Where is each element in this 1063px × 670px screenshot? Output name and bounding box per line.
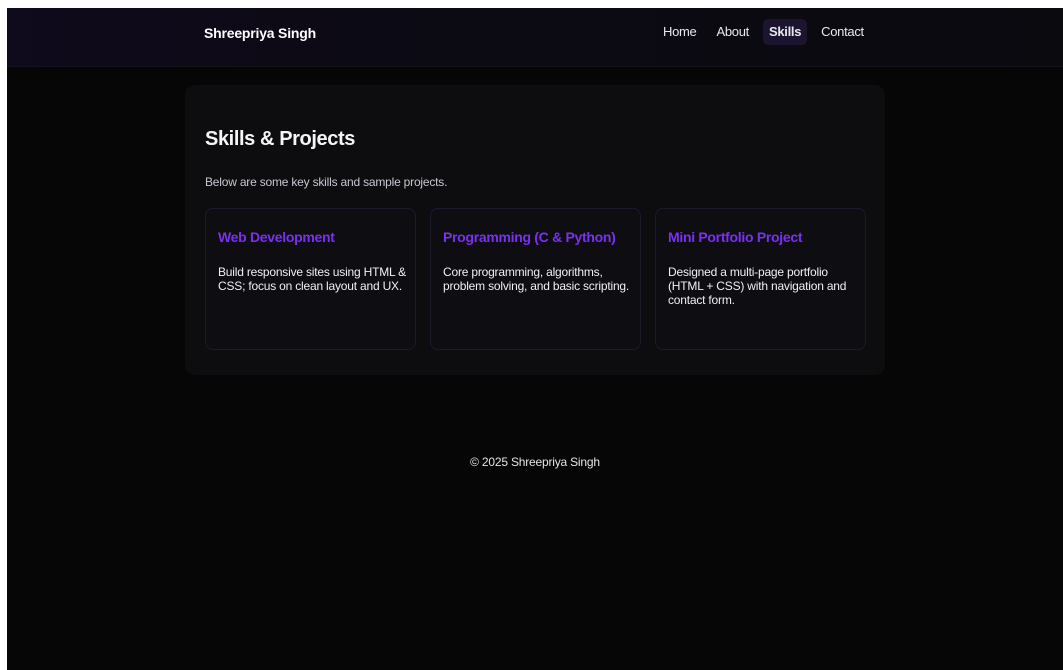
nav-contact[interactable]: Contact [815, 19, 870, 45]
card-description: Build responsive sites using HTML & CSS;… [218, 265, 406, 293]
page-subtitle: Below are some key skills and sample pro… [205, 175, 448, 189]
footer-copyright: © 2025 Shreepriya Singh [470, 455, 600, 469]
page: Shreepriya Singh Home About Skills Conta… [7, 8, 1063, 670]
card-description: Core programming, algorithms, problem so… [443, 265, 630, 293]
card-title: Mini Portfolio Project [668, 229, 803, 245]
page-title: Skills & Projects [205, 128, 355, 150]
card-web-development: Web Development Build responsive sites u… [205, 208, 416, 350]
nav-skills[interactable]: Skills [762, 19, 808, 45]
card-programming: Programming (C & Python) Core programmin… [430, 208, 641, 350]
skills-panel: Skills & Projects Below are some key ski… [185, 85, 885, 375]
top-navbar: Shreepriya Singh Home About Skills Conta… [7, 8, 1063, 67]
main-nav: Home About Skills Contact [657, 19, 870, 45]
card-title: Programming (C & Python) [443, 229, 616, 245]
nav-home[interactable]: Home [657, 19, 702, 45]
nav-about[interactable]: About [710, 19, 754, 45]
card-title: Web Development [218, 229, 335, 245]
card-description: Designed a multi-page portfolio (HTML + … [668, 265, 847, 307]
card-mini-portfolio: Mini Portfolio Project Designed a multi-… [655, 208, 866, 350]
brand-name[interactable]: Shreepriya Singh [204, 25, 316, 41]
